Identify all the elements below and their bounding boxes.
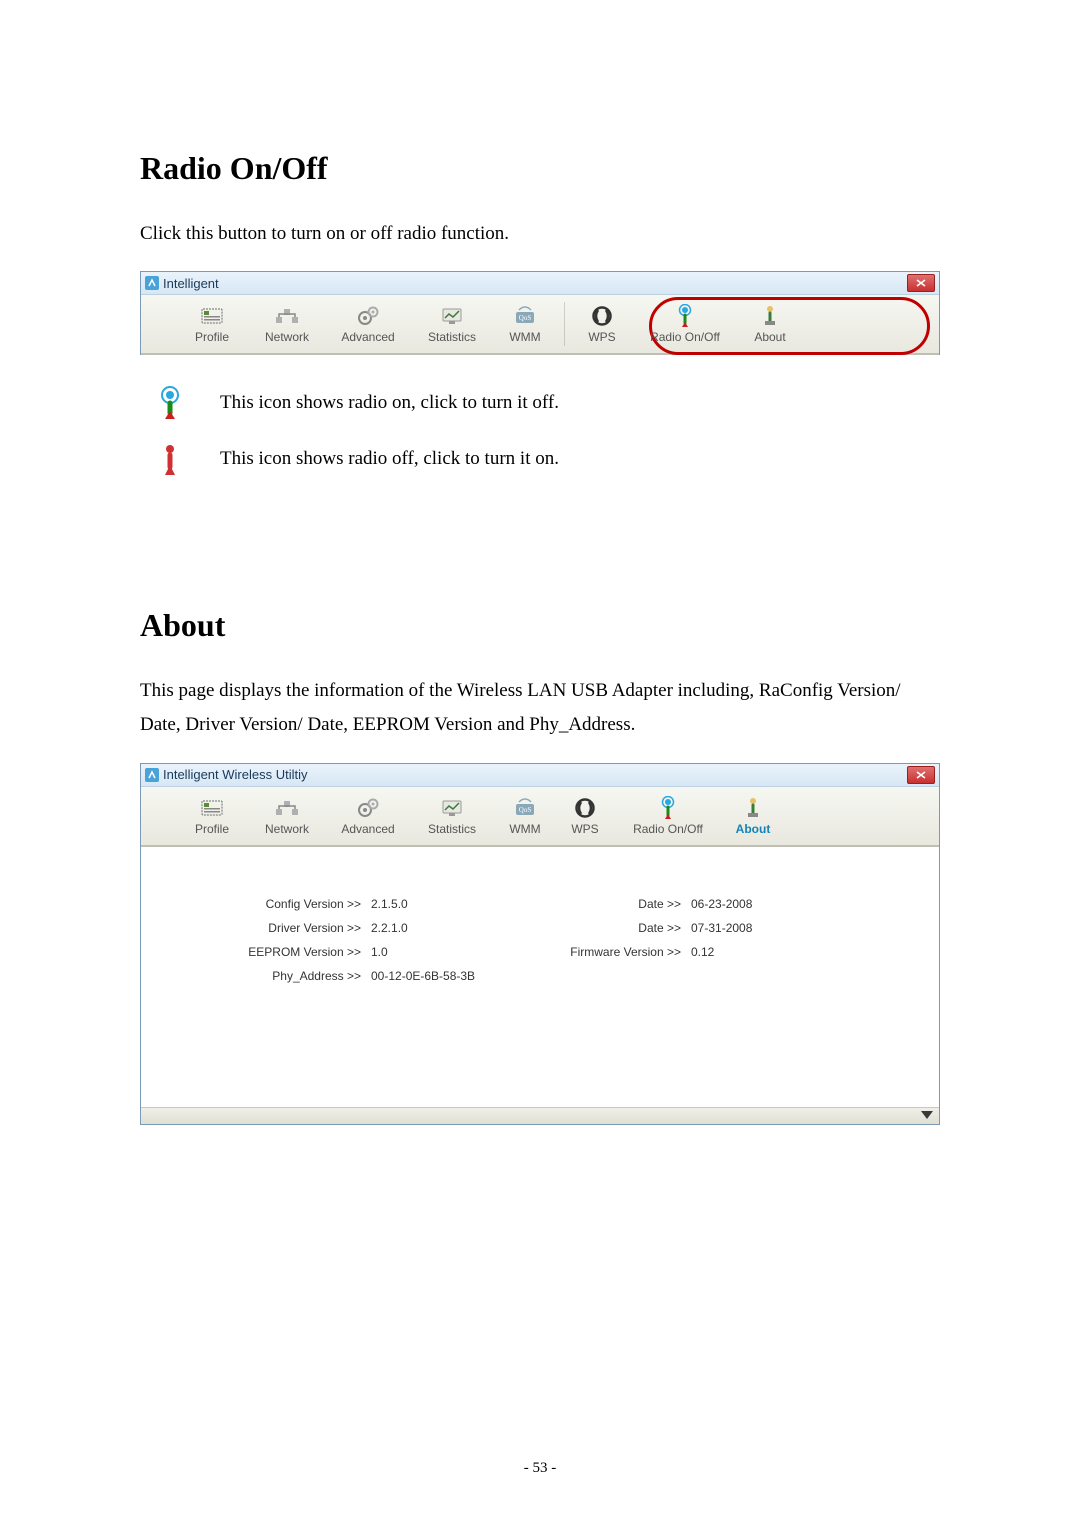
wps-icon	[572, 796, 598, 820]
toolbar-item-radio[interactable]: Radio On/Off	[631, 295, 739, 353]
toolbar-item-label: About	[736, 822, 771, 836]
info-l2: Date >>	[541, 921, 691, 935]
network-icon	[274, 304, 300, 328]
info-v1: 2.2.1.0	[371, 921, 541, 935]
info-row: Driver Version >>2.2.1.0Date >>07-31-200…	[211, 921, 869, 935]
about-icon	[757, 304, 783, 328]
legend-radio-off-text: This icon shows radio off, click to turn…	[220, 448, 559, 470]
network-icon	[274, 796, 300, 820]
window-title: Intelligent	[163, 276, 219, 291]
radio-on-icon	[150, 385, 190, 421]
about-intro-text: This page displays the information of th…	[140, 674, 940, 742]
close-button[interactable]	[907, 766, 935, 784]
window-title: Intelligent Wireless Utiltiy	[163, 767, 308, 782]
toolbar-item-profile[interactable]: Profile	[176, 787, 248, 845]
toolbar-item-label: Network	[265, 330, 309, 344]
info-v1: 2.1.5.0	[371, 897, 541, 911]
toolbar-item-label: Profile	[195, 330, 229, 344]
info-v1: 1.0	[371, 945, 541, 959]
info-l2: Date >>	[541, 897, 691, 911]
toolbar-item-wps[interactable]: WPS	[573, 295, 631, 353]
info-l2: Firmware Version >>	[541, 945, 691, 959]
toolbar-item-network[interactable]: Network	[248, 295, 326, 353]
toolbar-item-label: Statistics	[428, 822, 476, 836]
radio-icon	[655, 796, 681, 820]
toolbar-item-label: Statistics	[428, 330, 476, 344]
legend-radio-off: This icon shows radio off, click to turn…	[150, 441, 940, 477]
radio-off-icon	[150, 441, 190, 477]
info-l1: Config Version >>	[211, 897, 371, 911]
toolbar-item-label: WPS	[571, 822, 598, 836]
toolbar-item-label: Profile	[195, 822, 229, 836]
advanced-icon	[355, 304, 381, 328]
toolbar: Profile Network Advanced Statistics QoS WMM WP…	[141, 295, 939, 355]
toolbar-item-label: Network	[265, 822, 309, 836]
toolbar-item-about[interactable]: About	[722, 787, 784, 845]
legend-radio-on: This icon shows radio on, click to turn …	[150, 385, 940, 421]
status-bar	[141, 1107, 939, 1124]
about-icon	[740, 796, 766, 820]
toolbar-item-advanced[interactable]: Advanced	[326, 295, 410, 353]
titlebar: Intelligent Wireless Utiltiy	[141, 764, 939, 787]
toolbar-item-label: Radio On/Off	[633, 822, 703, 836]
info-v2: 0.12	[691, 945, 811, 959]
info-l2	[541, 969, 691, 983]
page-number: - 53 -	[0, 1460, 1080, 1477]
info-v2: 06-23-2008	[691, 897, 811, 911]
toolbar-item-label: WMM	[509, 822, 540, 836]
toolbar-item-profile[interactable]: Profile	[176, 295, 248, 353]
info-row: EEPROM Version >>1.0Firmware Version >>0…	[211, 945, 869, 959]
toolbar-item-wmm[interactable]: QoS WMM	[494, 295, 556, 353]
info-l1: EEPROM Version >>	[211, 945, 371, 959]
heading-radio-on-off: Radio On/Off	[140, 150, 940, 187]
document-page: Radio On/Off Click this button to turn o…	[0, 0, 1080, 1527]
expand-triangle-icon[interactable]	[921, 1111, 933, 1119]
toolbar-item-radio[interactable]: Radio On/Off	[614, 787, 722, 845]
about-info-area: Config Version >>2.1.5.0Date >>06-23-200…	[141, 847, 939, 1107]
app-window-about: Intelligent Wireless Utiltiy Profile Netw…	[140, 763, 940, 1125]
app-icon	[145, 768, 159, 782]
app-icon	[145, 276, 159, 290]
titlebar: Intelligent	[141, 272, 939, 295]
toolbar-item-advanced[interactable]: Advanced	[326, 787, 410, 845]
legend-radio-on-text: This icon shows radio on, click to turn …	[220, 392, 559, 414]
toolbar-item-label: WMM	[509, 330, 540, 344]
toolbar-item-network[interactable]: Network	[248, 787, 326, 845]
wps-icon	[589, 304, 615, 328]
info-row: Config Version >>2.1.5.0Date >>06-23-200…	[211, 897, 869, 911]
heading-about: About	[140, 607, 940, 644]
svg-text:QoS: QoS	[519, 806, 532, 814]
info-v2: 07-31-2008	[691, 921, 811, 935]
wmm-icon: QoS	[512, 796, 538, 820]
statistics-icon	[439, 304, 465, 328]
toolbar-item-label: Advanced	[341, 822, 394, 836]
info-row: Phy_Address >>00-12-0E-6B-58-3B	[211, 969, 869, 983]
info-v1: 00-12-0E-6B-58-3B	[371, 969, 541, 983]
toolbar-item-label: Radio On/Off	[650, 330, 720, 344]
radio-intro-text: Click this button to turn on or off radi…	[140, 217, 940, 251]
svg-text:QoS: QoS	[519, 314, 532, 322]
radio-icon	[672, 304, 698, 328]
info-l1: Driver Version >>	[211, 921, 371, 935]
statistics-icon	[439, 796, 465, 820]
info-l1: Phy_Address >>	[211, 969, 371, 983]
wmm-icon: QoS	[512, 304, 538, 328]
toolbar-item-label: Advanced	[341, 330, 394, 344]
toolbar-item-label: WPS	[588, 330, 615, 344]
toolbar-item-statistics[interactable]: Statistics	[410, 787, 494, 845]
toolbar-item-label: About	[754, 330, 785, 344]
info-v2	[691, 969, 811, 983]
toolbar-item-about[interactable]: About	[739, 295, 801, 353]
toolbar-item-statistics[interactable]: Statistics	[410, 295, 494, 353]
advanced-icon	[355, 796, 381, 820]
close-button[interactable]	[907, 274, 935, 292]
toolbar-item-wps[interactable]: WPS	[556, 787, 614, 845]
app-window-radio: Intelligent Profile Network Advanced Statis…	[140, 271, 940, 355]
profile-icon	[199, 304, 225, 328]
profile-icon	[199, 796, 225, 820]
toolbar-divider	[564, 302, 565, 346]
toolbar: Profile Network Advanced Statistics QoS WMM WP…	[141, 787, 939, 847]
toolbar-item-wmm[interactable]: QoS WMM	[494, 787, 556, 845]
